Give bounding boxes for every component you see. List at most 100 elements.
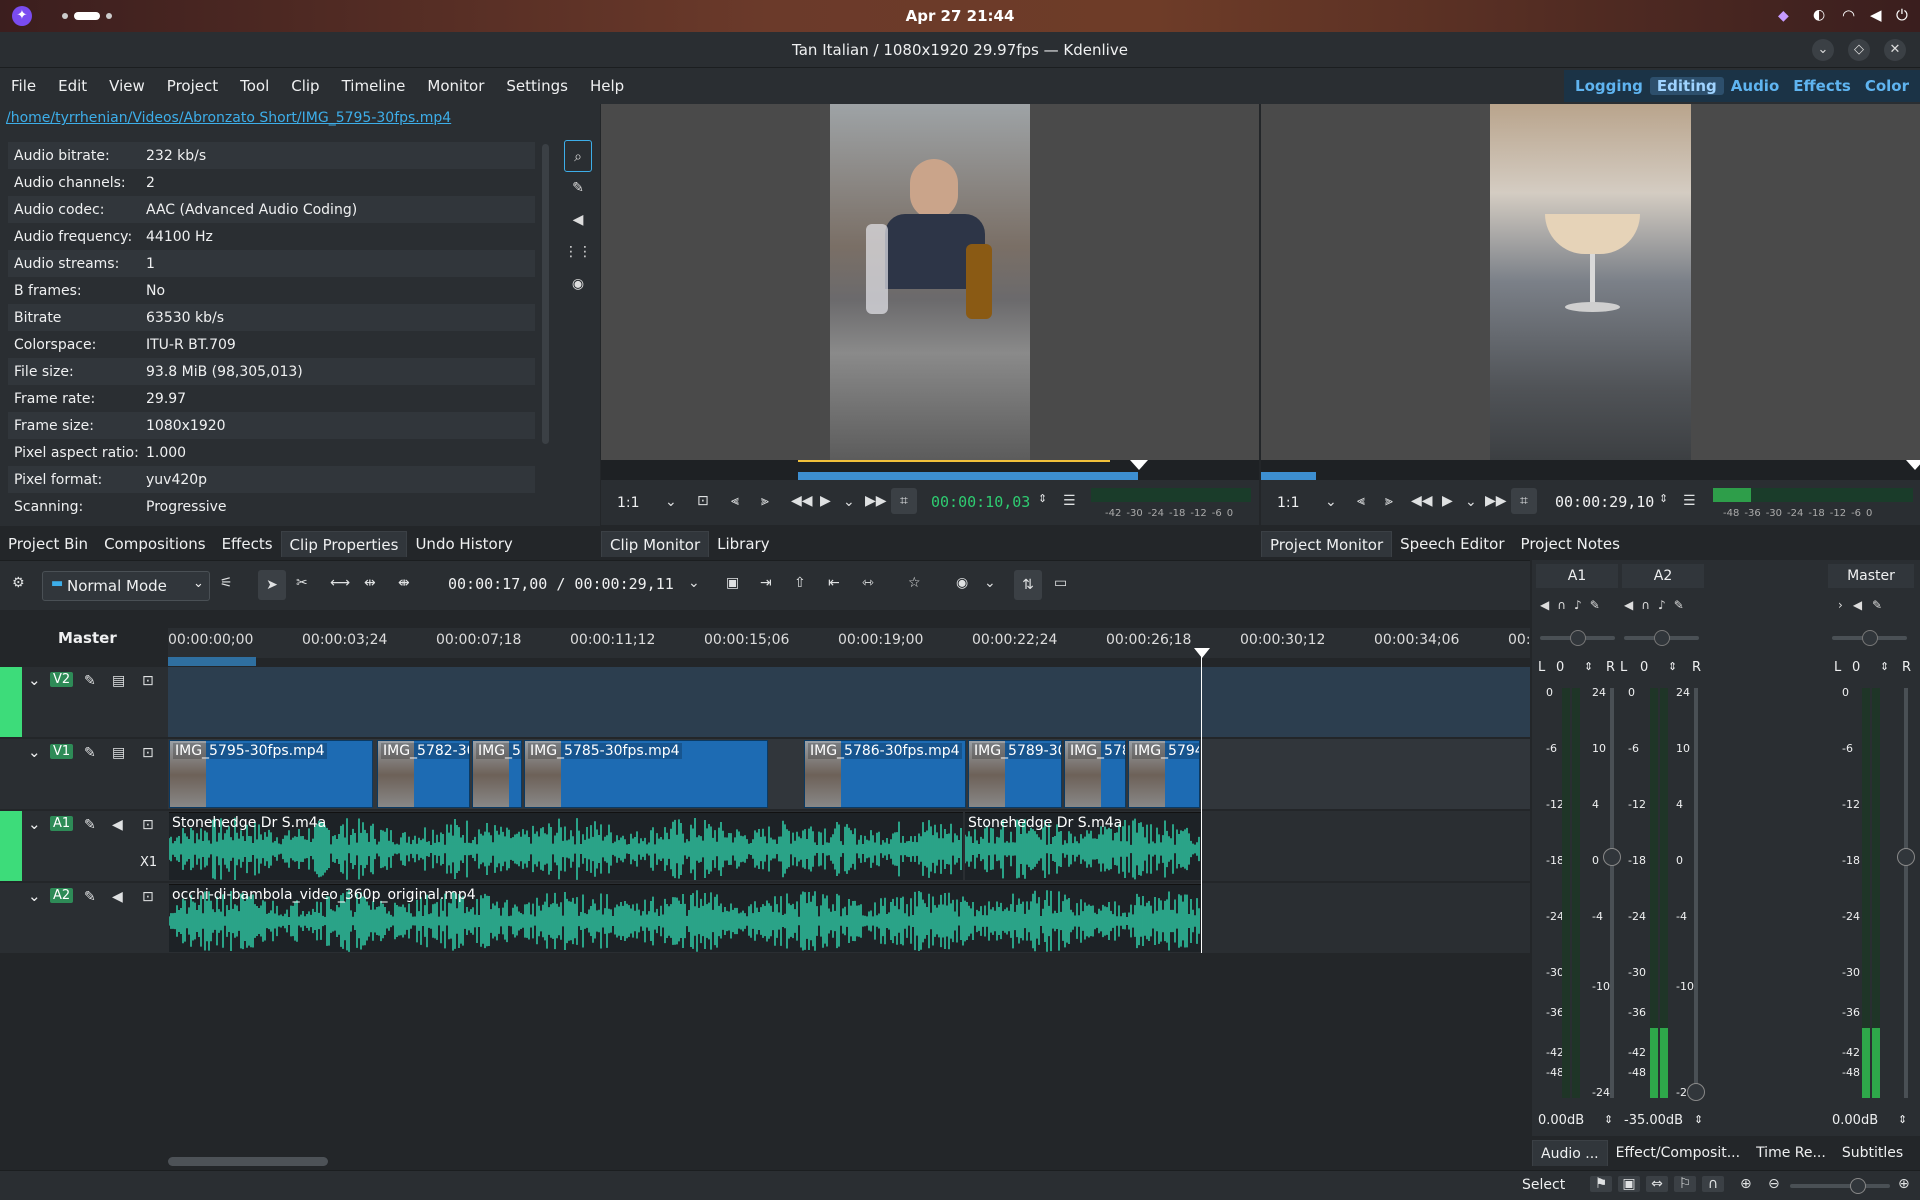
timecode-spin-icon[interactable]: ⇕ (1038, 492, 1047, 505)
tab-project-notes[interactable]: Project Notes (1513, 531, 1628, 557)
wifi-icon[interactable]: ◠ (1842, 6, 1855, 24)
timeline-hscrollbar[interactable] (168, 1157, 328, 1166)
track-v1-lane[interactable]: IMG_5795-30fps.mp4 IMG_5782-30fps IMG_578 I… (168, 739, 1530, 809)
crop-icon[interactable]: ⌗ (891, 488, 917, 514)
chevron-down-icon[interactable]: ⌄ (665, 494, 677, 510)
timeline-playhead[interactable] (1201, 650, 1202, 953)
gain-a2[interactable]: -35.00dB (1624, 1113, 1683, 1128)
tab-clip-monitor[interactable]: Clip Monitor (601, 531, 710, 557)
track-a1-tag[interactable]: A1 (50, 816, 74, 831)
track-a2-lane[interactable]: occhi-di-bambola_video_360p_original.mp4 (168, 883, 1530, 953)
project-monitor-timecode[interactable]: 00:00:29,10 (1555, 493, 1654, 511)
headphones-icon[interactable]: ∩ (1641, 598, 1658, 612)
effects-icon[interactable]: ✎ (1872, 598, 1892, 612)
set-in-icon[interactable]: ⫷ (731, 493, 739, 509)
tray-update-icon[interactable]: ◐ (1813, 7, 1825, 23)
timeline-position[interactable]: 00:00:17,00 / 00:00:29,11 (448, 575, 674, 593)
menu-help[interactable]: Help (579, 77, 635, 95)
tab-project-monitor[interactable]: Project Monitor (1261, 531, 1393, 557)
overwrite-icon[interactable]: ▣ (726, 575, 739, 591)
mixer-a1-header[interactable]: A1 (1536, 564, 1618, 588)
rewind-icon[interactable]: ◀◀ (791, 493, 813, 509)
mixer-toggle-icon[interactable]: ⇅ (1014, 570, 1042, 600)
clock[interactable]: Apr 27 21:44 (0, 7, 1920, 25)
collapse-icon[interactable]: ⌄ (28, 671, 41, 689)
play-icon[interactable]: ▶ (820, 493, 831, 509)
tab-project-bin[interactable]: Project Bin (0, 531, 96, 557)
video-clip[interactable]: IMG_5782-30fps (377, 740, 470, 808)
clip-monitor-timecode[interactable]: 00:00:10,03 (931, 493, 1030, 511)
layout-audio[interactable]: Audio (1724, 77, 1786, 95)
lock-icon[interactable]: ⊡ (142, 673, 154, 689)
collapse-icon[interactable]: ⌄ (28, 887, 41, 905)
audio-clip[interactable]: Stonehedge Dr S.m4a (169, 812, 963, 880)
layout-effects[interactable]: Effects (1786, 77, 1858, 95)
menu-settings[interactable]: Settings (495, 77, 579, 95)
video-clip[interactable]: IMG_578 (1064, 740, 1126, 808)
master-track-label[interactable]: Master (58, 629, 117, 647)
favorite-star-icon[interactable]: ☆ (908, 575, 921, 591)
film-icon[interactable]: ▤ (112, 673, 125, 689)
lock-icon[interactable]: ⊡ (142, 745, 154, 761)
mixer-master-header[interactable]: Master (1828, 564, 1914, 588)
tab-effects[interactable]: Effects (214, 531, 281, 557)
gain-fader[interactable] (1897, 688, 1915, 1098)
play-icon[interactable]: ▶ (1442, 493, 1453, 509)
grid-icon[interactable]: ⋮⋮ (564, 236, 592, 268)
effects-icon[interactable]: ✎ (84, 889, 96, 905)
menu-file[interactable]: File (0, 77, 47, 95)
track-active-indicator[interactable] (0, 811, 22, 881)
effects-icon[interactable]: ✎ (84, 673, 96, 689)
rewind-icon[interactable]: ◀◀ (1411, 493, 1433, 509)
set-in-icon[interactable]: ⫷ (1357, 493, 1365, 509)
track-a1-lane[interactable]: Stonehedge Dr S.m4a Stonehedge Dr S.m4a (168, 811, 1530, 881)
menu-timeline[interactable]: Timeline (331, 77, 417, 95)
chevron-down-icon[interactable]: ⌄ (688, 575, 700, 591)
insert-icon[interactable]: ⇥ (760, 575, 772, 591)
pan-slider-master[interactable] (1832, 630, 1907, 646)
monitor-menu-icon[interactable]: ☰ (1683, 493, 1696, 509)
video-clip[interactable]: IMG_5786-30fps.mp4 (804, 740, 966, 808)
mute-icon[interactable]: ◀ (1540, 598, 1557, 612)
pan-slider-a1[interactable] (1540, 630, 1615, 646)
film-icon[interactable]: ▤ (112, 745, 125, 761)
tab-audio-mixer[interactable]: Audio ... (1532, 1140, 1608, 1166)
project-monitor-zoom[interactable]: 1:1 (1277, 495, 1300, 511)
pan-value-a1[interactable]: 0 (1556, 660, 1564, 675)
video-clip[interactable]: IMG_5789-30 (968, 740, 1062, 808)
audio-clip[interactable]: occhi-di-bambola_video_360p_original.mp4 (169, 884, 1201, 952)
fader-handle[interactable] (1687, 1083, 1705, 1101)
forward-icon[interactable]: ▶▶ (865, 493, 887, 509)
fit-icon[interactable]: ⇔ (1646, 1176, 1668, 1192)
zoom-out-icon[interactable]: ⊖ (1768, 1176, 1780, 1192)
power-icon[interactable]: ⏻ (1896, 6, 1908, 24)
headphones-icon[interactable]: ∩ (1557, 598, 1574, 612)
save-icon[interactable]: ▣ (1618, 1176, 1640, 1192)
edit-icon[interactable]: ✎ (564, 172, 592, 204)
clip-monitor-view[interactable] (601, 104, 1259, 460)
select-tool-icon[interactable]: ➤ (258, 570, 286, 600)
fader-handle[interactable] (1897, 848, 1915, 866)
clip-monitor-zoom[interactable]: 1:1 (617, 495, 640, 511)
spin-icon[interactable]: ⇕ (1880, 660, 1889, 673)
pan-slider-a2[interactable] (1624, 630, 1699, 646)
zoom-fit-icon[interactable]: ⊕ (1740, 1176, 1752, 1192)
minimize-button[interactable]: ⌄ (1812, 39, 1834, 61)
slip-tool-icon[interactable]: ⇼ (398, 575, 410, 591)
project-playhead-icon[interactable] (1906, 460, 1920, 470)
edit-mode-select[interactable]: ▬ Normal Mode ⌄ (42, 571, 210, 601)
maximize-button[interactable]: ◇ (1848, 39, 1870, 61)
video-clip[interactable]: IMG_5794- (1128, 740, 1200, 808)
set-out-icon[interactable]: ⫸ (1385, 493, 1393, 509)
track-v1-tag[interactable]: V1 (50, 744, 74, 759)
ripple-tool-icon[interactable]: ⇹ (364, 575, 376, 591)
mute-icon[interactable]: ◀ (1624, 598, 1641, 612)
track-v2-tag[interactable]: V2 (50, 672, 74, 687)
tab-time-remap[interactable]: Time Re... (1748, 1140, 1834, 1166)
speaker-icon[interactable]: ◀ (112, 889, 123, 905)
pan-value-master[interactable]: 0 (1852, 660, 1860, 675)
timeline-zone[interactable] (168, 657, 256, 666)
tab-library[interactable]: Library (709, 531, 777, 557)
track-v2-lane[interactable] (168, 667, 1530, 737)
audio-icon[interactable]: ◀ (564, 204, 592, 236)
